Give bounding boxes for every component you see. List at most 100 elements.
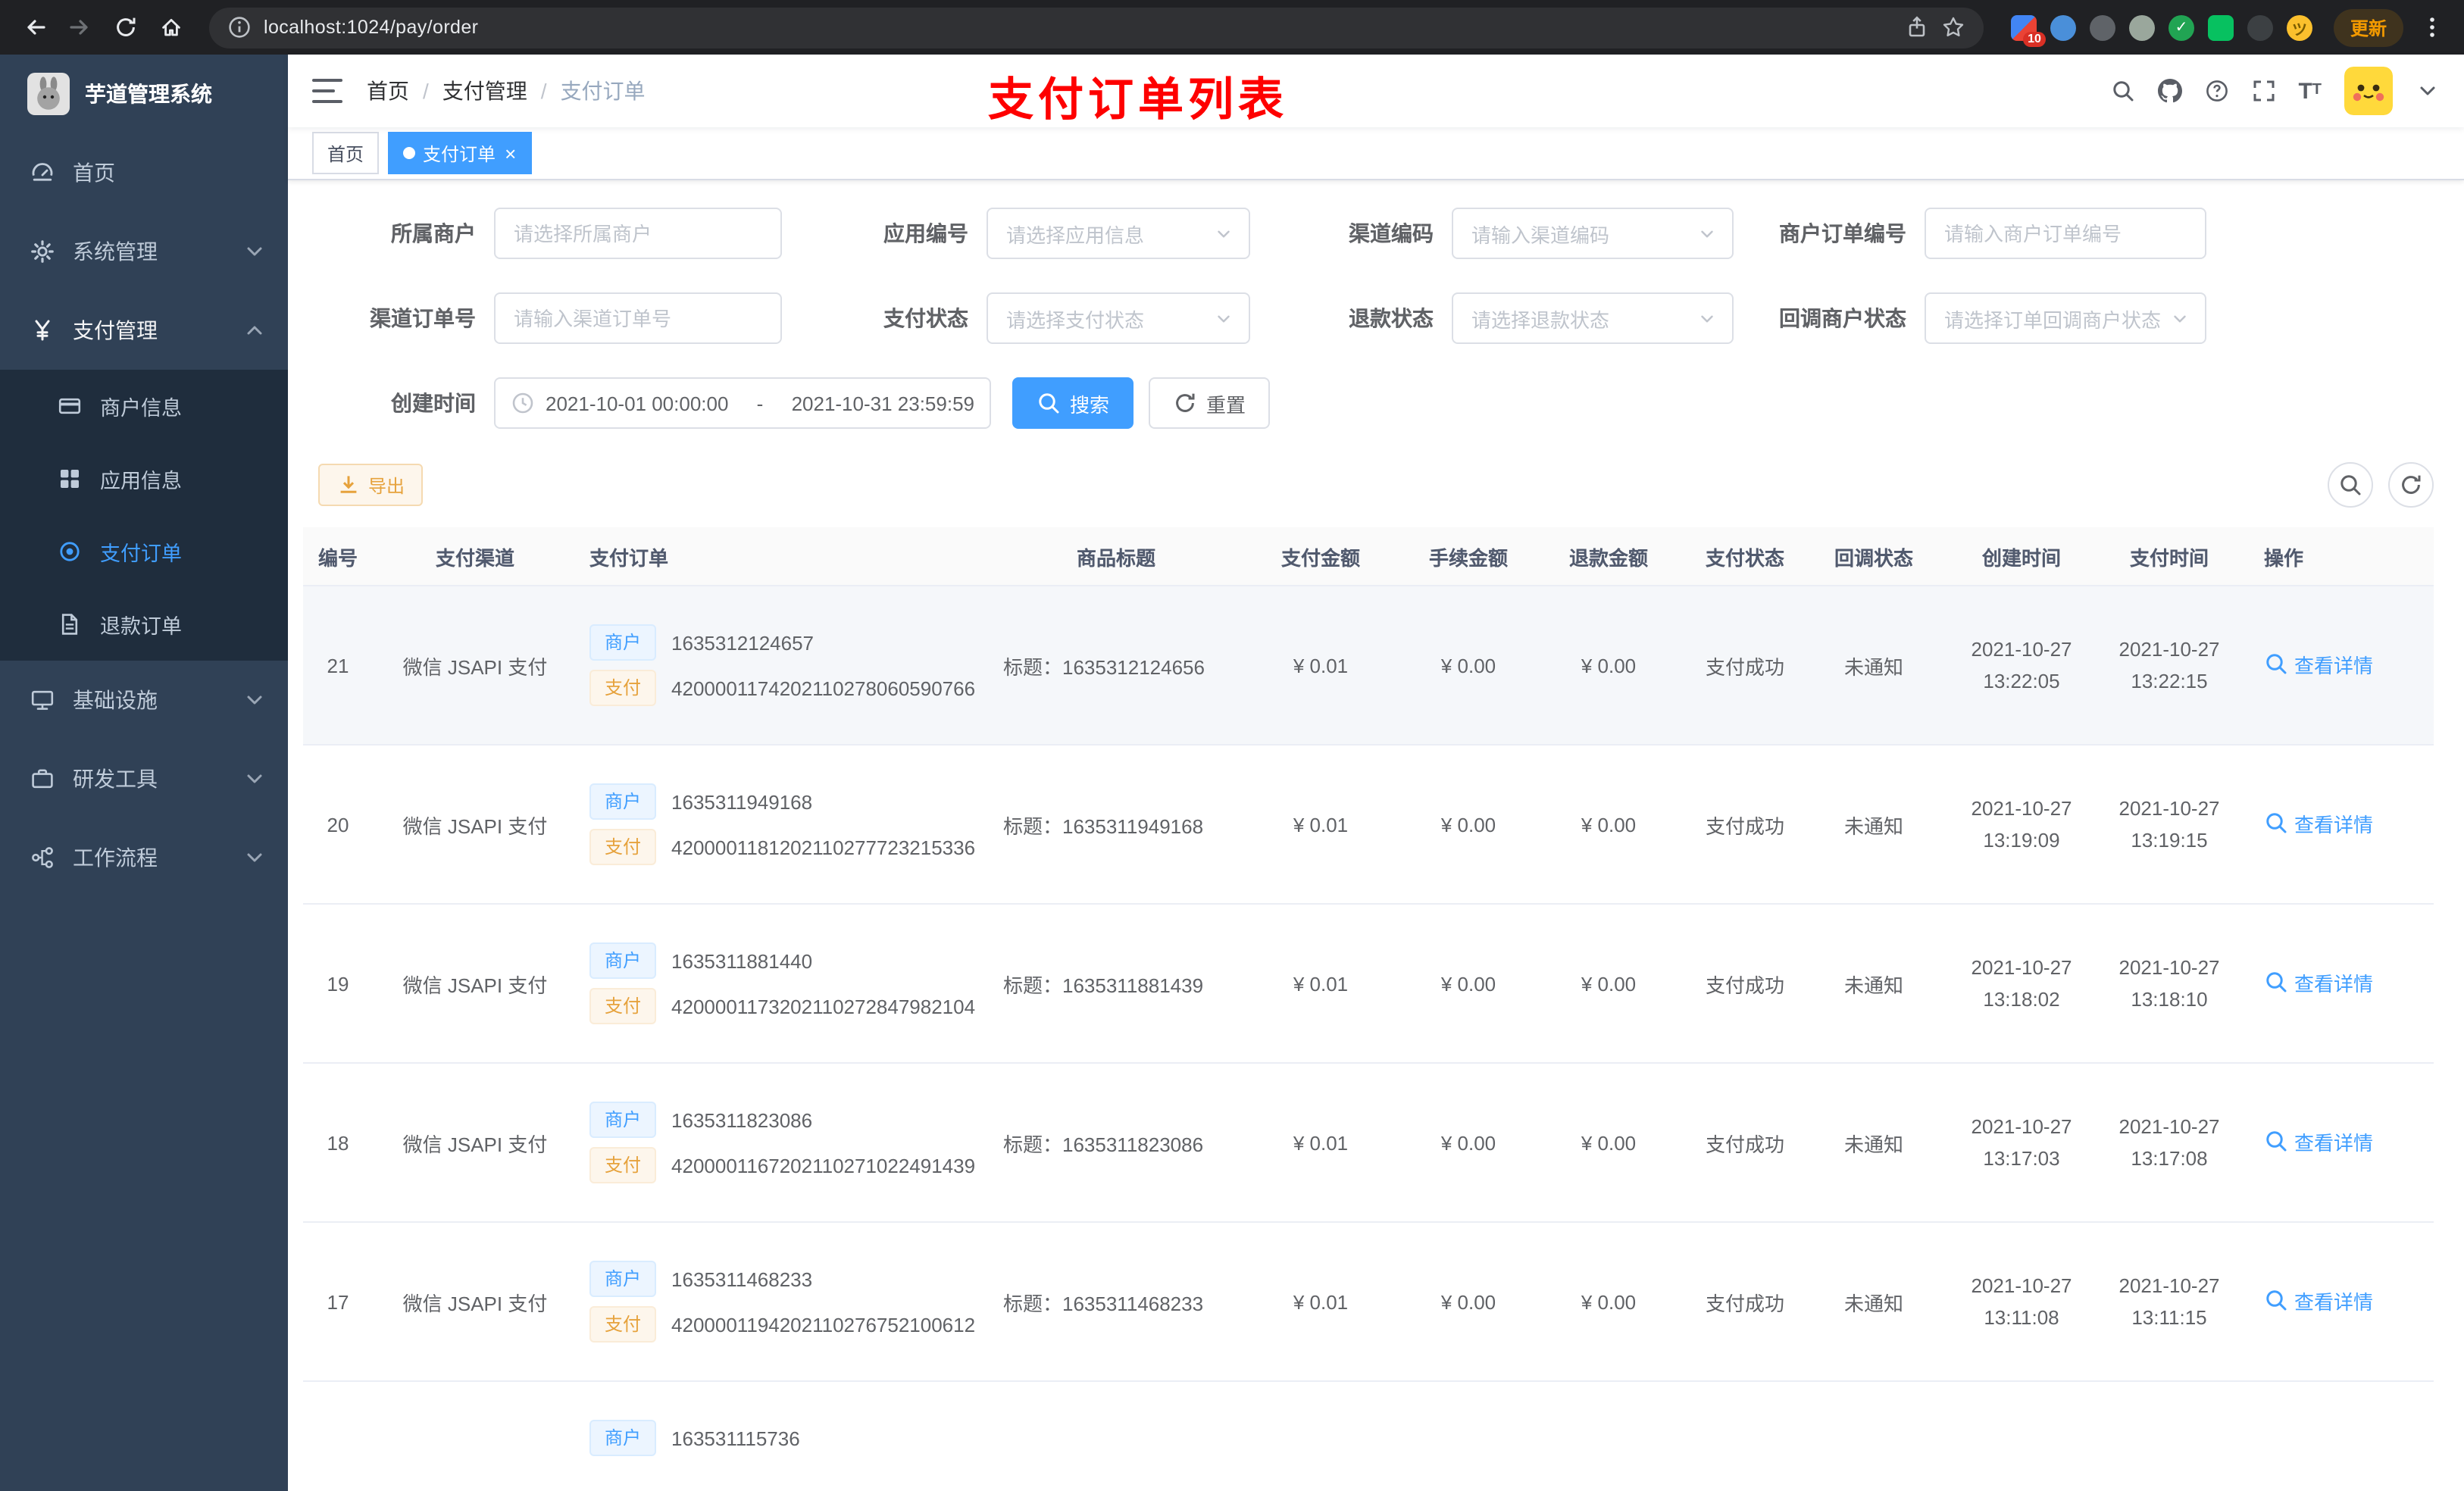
chevron-up-icon [242,318,267,342]
merchant-order-no-input[interactable] [1925,208,2206,259]
grid-icon [58,467,82,491]
refund-status-select[interactable]: 请选择退款状态 [1452,292,1734,344]
view-detail-link[interactable]: 查看详情 [2264,1127,2373,1156]
github-icon[interactable] [2157,79,2181,103]
chevron-down-icon [1214,308,1234,328]
extension-icon-3[interactable] [2089,14,2115,40]
filter-row-1: 所属商户 应用编号 请选择应用信息 渠道编码 请输入渠道编码 商户订单编号 [318,208,2434,259]
extension-icon-5[interactable]: ✓ [2168,14,2194,40]
sidebar-item-refund-order[interactable]: 退款订单 [0,588,288,661]
col-order: 支付订单 [577,527,991,586]
channel-order-no-input[interactable] [494,292,782,344]
cell-amount: ¥ 0.01 [1241,1063,1400,1223]
sidebar-item-workflow[interactable]: 工作流程 [0,818,288,897]
tab-pay-order[interactable]: 支付订单 × [388,132,532,174]
channel-order-no-label: 渠道订单号 [370,306,476,330]
avatar-caret-icon[interactable] [2416,79,2440,103]
tab-home[interactable]: 首页 [312,132,380,174]
sidebar-item-home[interactable]: 首页 [0,133,288,212]
font-size-icon[interactable]: TT [2298,80,2322,102]
refresh-table-button[interactable] [2388,462,2434,508]
cell-id: 20 [303,745,373,905]
table-row[interactable]: 17 微信 JSAPI 支付 商户 1635311468233 支付 4200001… [303,1222,2434,1382]
chrome-update-button[interactable]: 更新 [2333,8,2403,46]
table-row[interactable]: 18 微信 JSAPI 支付 商户 1635311823086 支付 4200001… [303,1063,2434,1223]
search-button[interactable]: 搜索 [1012,377,1134,429]
search-icon [1037,391,1061,415]
pay-status-select[interactable]: 请选择支付状态 [987,292,1250,344]
app-no-select[interactable]: 请选择应用信息 [987,208,1250,259]
sidebar-item-merchant-info[interactable]: 商户信息 [0,370,288,442]
view-detail-link[interactable]: 查看详情 [2264,809,2373,838]
fullscreen-icon[interactable] [2251,79,2275,103]
table-row-partial[interactable]: 商户 163531115736 [303,1381,2434,1491]
col-refund: 退款金额 [1537,527,1681,586]
chevron-down-icon [2170,308,2190,328]
extension-icon-6[interactable] [2207,14,2234,40]
breadcrumb-home[interactable]: 首页 [367,76,409,106]
reset-button[interactable]: 重置 [1149,377,1271,429]
user-avatar[interactable] [2344,67,2393,115]
table-row[interactable]: 21 微信 JSAPI 支付 商户 1635312124657 支付 4200001… [303,586,2434,746]
refund-status-label: 退款状态 [1349,306,1434,330]
sidebar-toggle-icon[interactable] [312,79,342,103]
cell-refund: ¥ 0.00 [1537,1222,1681,1382]
channel-code-select[interactable]: 请输入渠道编码 [1452,208,1734,259]
merchant-input[interactable] [494,208,782,259]
table-row[interactable]: 20 微信 JSAPI 支付 商户 1635311949168 支付 4200001… [303,745,2434,905]
chevron-down-icon [1697,223,1717,243]
yen-icon [30,318,55,342]
tab-active-dot [403,147,416,159]
sidebar: 芋道管理系统 首页 系统管理 支付管理 商户信息 应用信息 支付订单 退款订单 … [0,55,288,1491]
export-button[interactable]: 导出 [318,464,424,506]
cell-created: 2021-10-27 13:11:08 [1938,1222,2105,1382]
cell-notify: 未通知 [1809,745,1938,905]
sidebar-item-dev-tools[interactable]: 研发工具 [0,739,288,818]
cell-paid: 2021-10-27 13:19:15 [2105,745,2234,905]
cell-status: 支付成功 [1681,904,1809,1064]
sidebar-item-infrastructure[interactable]: 基础设施 [0,661,288,739]
table-row[interactable]: 19 微信 JSAPI 支付 商户 1635311881440 支付 4200001… [303,904,2434,1064]
cell-amount: ¥ 0.01 [1241,745,1400,905]
channel-code-label: 渠道编码 [1349,221,1434,245]
range-end: 2021-10-31 23:59:59 [791,392,974,414]
extension-icon-4[interactable] [2128,14,2155,40]
address-bar[interactable]: localhost:1024/pay/order [209,7,1984,48]
sidebar-item-system[interactable]: 系统管理 [0,212,288,291]
sidebar-item-app-info[interactable]: 应用信息 [0,442,288,515]
reload-button[interactable] [106,8,145,47]
extensions-pin-icon[interactable] [2247,14,2273,40]
sidebar-item-payment[interactable]: 支付管理 [0,291,288,370]
notify-status-select[interactable]: 请选择订单回调商户状态 [1925,292,2206,344]
browser-menu-icon[interactable] [2416,15,2449,39]
header-search-icon[interactable] [2110,79,2134,103]
extension-icon-2[interactable] [2050,14,2076,40]
bookmark-star-icon[interactable] [1941,15,1965,39]
cell-channel: 微信 JSAPI 支付 [373,904,577,1064]
home-button[interactable] [152,8,191,47]
view-detail-link[interactable]: 查看详情 [2264,968,2373,997]
site-info-icon[interactable] [227,15,252,39]
create-time-range-picker[interactable]: 2021-10-01 00:00:00 - 2021-10-31 23:59:5… [494,377,991,429]
view-detail-link[interactable]: 查看详情 [2264,1286,2373,1315]
share-icon[interactable] [1905,15,1929,39]
pay-tag: 支付 [589,1147,657,1183]
breadcrumb-payment[interactable]: 支付管理 [442,76,527,106]
cell-order: 商户 1635311468233 支付 4200001194202110276752… [577,1222,991,1382]
toggle-search-button[interactable] [2328,462,2373,508]
pay-tag: 支付 [589,829,657,865]
cell-status: 支付成功 [1681,1222,1809,1382]
payment-submenu: 商户信息 应用信息 支付订单 退款订单 [0,370,288,661]
forward-button[interactable] [61,8,100,47]
tab-close-icon[interactable]: × [505,143,516,163]
merchant-order-no: 1635311949168 [671,790,813,813]
merchant-order-no-label: 商户订单编号 [1779,221,1906,245]
view-detail-link[interactable]: 查看详情 [2264,650,2373,679]
profile-avatar[interactable]: ツ [2286,14,2312,40]
sidebar-item-pay-order[interactable]: 支付订单 [0,515,288,588]
app-logo-row[interactable]: 芋道管理系统 [0,55,288,133]
cell-order: 商户 1635311949168 支付 4200001181202110277723… [577,745,991,905]
help-icon[interactable] [2204,79,2228,103]
back-button[interactable] [15,8,55,47]
extension-icon-1[interactable]: 10 [2010,14,2046,46]
